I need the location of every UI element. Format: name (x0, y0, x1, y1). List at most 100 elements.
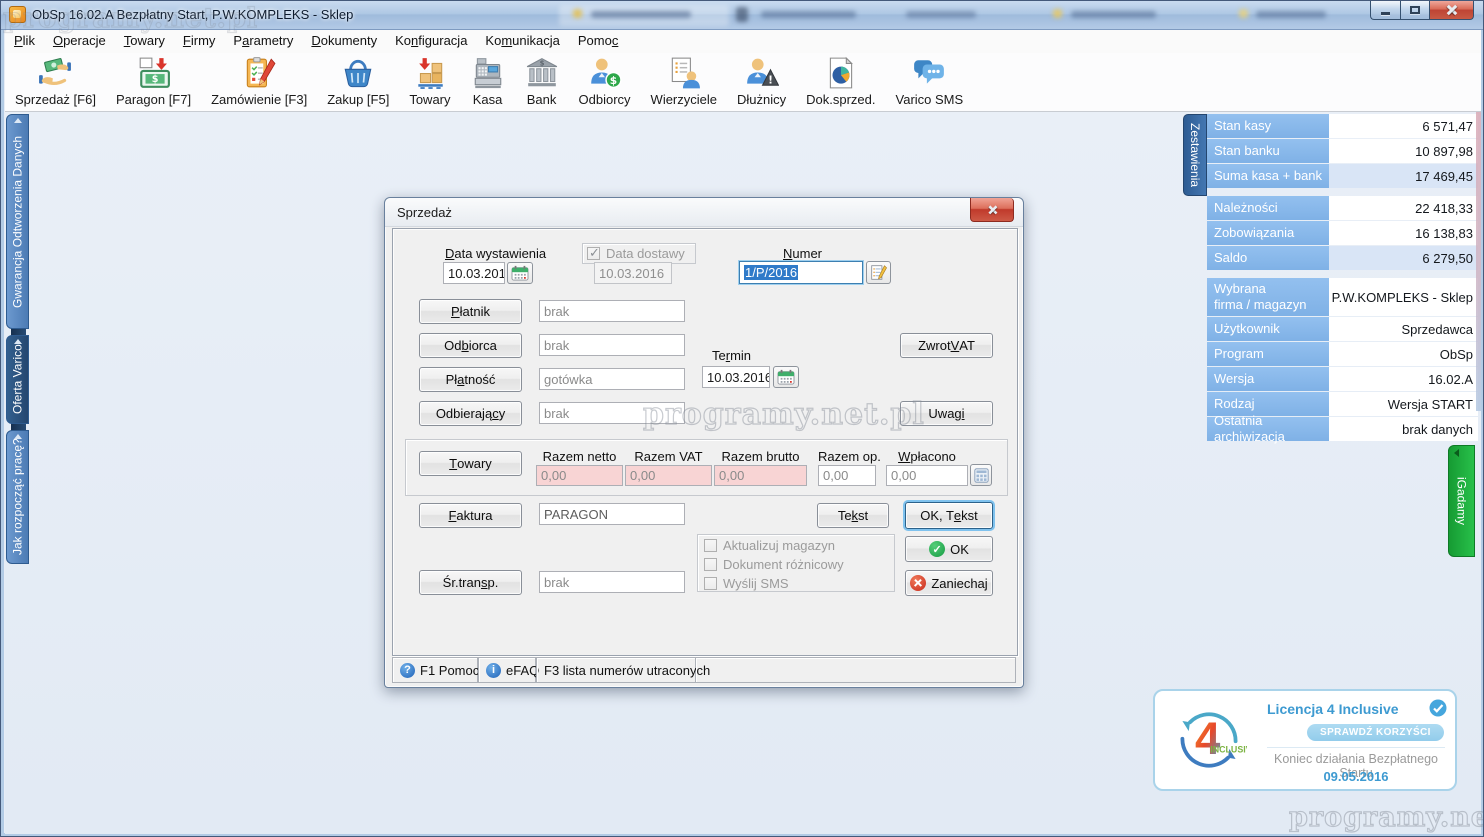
menu-towary[interactable]: Towary (115, 30, 174, 52)
ok-tekst-button[interactable]: OK, Tekst (905, 502, 993, 529)
ok-check-icon: ✓ (929, 541, 945, 557)
menu-operacje[interactable]: Operacje (44, 30, 115, 52)
razem-vat-field: 0,00 (625, 465, 712, 486)
menu-parametry[interactable]: Parametry (224, 30, 302, 52)
menu-komunikacja[interactable]: Komunikacja (476, 30, 568, 52)
toolbar-label: Kasa (473, 92, 503, 107)
left-tab-oferta-varico[interactable]: Oferta Varico (6, 335, 29, 424)
menu-konfiguracja[interactable]: Konfiguracja (386, 30, 476, 52)
toolbar-label: Dłużnicy (737, 92, 786, 107)
hands-money-icon (38, 56, 72, 90)
platnosc-field[interactable]: gotówka (539, 368, 685, 390)
menu-plik[interactable]: Plik (5, 30, 44, 52)
odbiorca-button[interactable]: Odbiorca (419, 333, 522, 358)
faktura-field[interactable]: PARAGON (539, 503, 685, 525)
help-icon: ? (400, 663, 415, 678)
tekst-button[interactable]: Tekst (817, 503, 889, 528)
dokument-roznicowy-row: Dokument różnicowy (704, 555, 894, 573)
towary-button[interactable]: Towary (419, 451, 522, 476)
f3-lista-button[interactable]: F3 lista numerów utraconych (536, 657, 696, 683)
bank-icon: $ (525, 56, 559, 90)
toolbar-towary[interactable]: Towary (399, 53, 460, 107)
zestawienia-tab[interactable]: Zestawienia (1183, 114, 1207, 196)
numer-field[interactable]: 1/P/2016 (739, 261, 863, 284)
wyslij-sms-checkbox[interactable] (704, 577, 717, 590)
toolbar-wierzyciele[interactable]: Wierzyciele (641, 53, 727, 107)
close-icon (987, 205, 996, 214)
termin-label: Termin (712, 348, 751, 363)
dialog-title-bar: Sprzedaż (385, 198, 1023, 227)
calculator-icon (974, 468, 989, 483)
sr-transp-field[interactable]: brak (539, 571, 685, 593)
uwagi-button[interactable]: Uwagi (900, 401, 993, 426)
razem-vat-header: Razem VAT (625, 449, 712, 464)
summary-row: Stan kasy6 571,47 (1207, 114, 1478, 138)
wplacono-field[interactable]: 0,00 (886, 465, 968, 486)
toolbar-zakup[interactable]: Zakup [F5] (317, 53, 399, 107)
toolbar-zamowienie[interactable]: Zamówienie [F3] (201, 53, 317, 107)
menu-dokumenty[interactable]: Dokumenty (302, 30, 386, 52)
toolbar-dok-sprzed[interactable]: Dok.sprzed. (796, 53, 885, 107)
sprzedaz-dialog: Sprzedaż Data wystawienia 10.03.2016 Dat… (384, 197, 1024, 688)
toolbar-sprzedaz[interactable]: Sprzedaż [F6] (5, 53, 106, 107)
inclusive-logo: 4 INCLUSIVE (1171, 702, 1247, 778)
summary-row: ProgramObSp (1207, 342, 1478, 366)
toolbar-varico-sms[interactable]: Varico SMS (886, 53, 974, 107)
license-check-badge (1429, 699, 1447, 722)
toolbar-kasa[interactable]: Kasa (461, 53, 515, 107)
platnik-field[interactable]: brak (539, 300, 685, 322)
sr-transp-button[interactable]: Śr.transp. (419, 570, 522, 595)
summary-row: UżytkownikSprzedawca (1207, 317, 1478, 341)
odbierajacy-button[interactable]: Odbierający (419, 401, 522, 426)
menu-pomoc[interactable]: Pomoc (569, 30, 627, 52)
maximize-button[interactable] (1400, 1, 1430, 20)
termin-field[interactable]: 10.03.2016 (702, 366, 770, 388)
left-tab-jak-rozpoczac[interactable]: Jak rozpocząć pracę? (6, 430, 29, 564)
person-dollar-icon: $ (588, 56, 622, 90)
data-dostawy-label: Data dostawy (606, 246, 685, 261)
dokument-roznicowy-checkbox[interactable] (704, 558, 717, 571)
background-text-blur (591, 11, 691, 18)
efaq-button[interactable]: i eFAQ (478, 657, 536, 683)
data-wystawienia-label: Data wystawienia (445, 246, 546, 261)
ok-label: OK (950, 542, 969, 557)
summary-row: Zobowiązania16 138,83 (1207, 221, 1478, 245)
aktualizuj-magazyn-checkbox[interactable] (704, 539, 717, 552)
summary-row: Wybrana firma / magazynP.W.KOMPLEKS - Sk… (1207, 278, 1478, 316)
app-icon[interactable] (9, 6, 26, 23)
igadamy-tab[interactable]: iGadamy (1448, 445, 1475, 557)
toolbar-odbiorcy[interactable]: $ Odbiorcy (569, 53, 641, 107)
razem-op-field[interactable]: 0,00 (818, 465, 876, 486)
sprawdz-korzysci-button[interactable]: SPRAWDŹ KORZYŚCI (1307, 724, 1444, 741)
toolbar-dluznicy[interactable]: ! Dłużnicy (727, 53, 796, 107)
dialog-close-button[interactable] (970, 198, 1014, 222)
platnik-button[interactable]: Płatnik (419, 299, 522, 324)
background-favicon-blur (1239, 9, 1248, 18)
faktura-button[interactable]: Faktura (419, 503, 522, 528)
zaniechaj-button[interactable]: Zaniechaj (905, 570, 993, 596)
left-tab-label: Jak rozpocząć pracę? (11, 439, 25, 556)
left-tab-gwarancja[interactable]: Gwarancja Odtworzenia Danych (6, 114, 29, 329)
odbierajacy-field[interactable]: brak (539, 402, 685, 424)
termin-calendar-button[interactable] (773, 366, 799, 388)
calculator-button[interactable] (970, 464, 992, 486)
zwrot-vat-button[interactable]: Zwrot VAT (900, 333, 993, 358)
document-person-icon (667, 56, 701, 90)
f1-pomoc-button[interactable]: ? F1 Pomoc (392, 657, 478, 683)
boxes-icon (413, 56, 447, 90)
f1-pomoc-label: F1 Pomoc (420, 663, 479, 678)
calendar-button[interactable] (507, 262, 533, 284)
svg-text:!: ! (768, 74, 773, 87)
close-button[interactable] (1430, 1, 1474, 20)
toolbar-bank[interactable]: $ Bank (515, 53, 569, 107)
toolbar-paragon[interactable]: $ Paragon [F7] (106, 53, 201, 107)
data-dostawy-checkbox[interactable] (587, 247, 600, 260)
platnosc-button[interactable]: Płatność (419, 367, 522, 392)
ok-button[interactable]: ✓ OK (905, 536, 993, 562)
odbiorca-field[interactable]: brak (539, 334, 685, 356)
data-wystawienia-field[interactable]: 10.03.2016 (443, 262, 505, 284)
menu-firmy[interactable]: Firmy (174, 30, 225, 52)
cash-register-icon (471, 56, 505, 90)
minimize-button[interactable] (1370, 1, 1400, 20)
numbering-button[interactable] (866, 261, 891, 284)
